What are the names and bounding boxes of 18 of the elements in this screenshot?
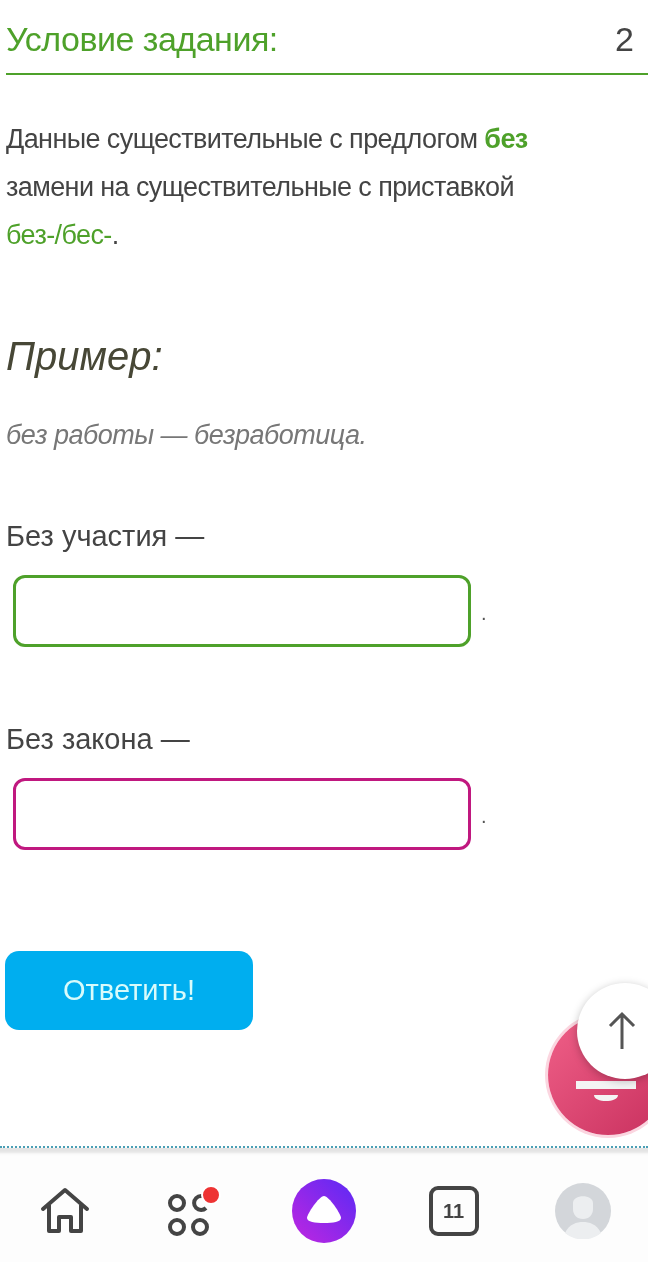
apps-button[interactable]: [167, 1185, 222, 1237]
period-mark: .: [481, 602, 487, 626]
example-text: без работы — безработица.: [6, 420, 368, 451]
answer-field[interactable]: [13, 575, 471, 647]
period-mark: .: [481, 805, 487, 829]
assistant-icon[interactable]: [291, 1178, 357, 1244]
tabs-button[interactable]: 11: [428, 1186, 479, 1236]
apps-icon: [167, 1193, 212, 1237]
task-title: Условие задания:: [6, 20, 278, 59]
up-arrow-icon: [607, 1011, 637, 1051]
question-prompt: Без участия —: [6, 520, 206, 553]
answer-field[interactable]: [13, 778, 471, 850]
task-instruction: Данные существительные с предлогом без замени на существительные с приставкой без-/бес-.: [6, 123, 529, 252]
points-label: 2: [615, 20, 634, 59]
home-icon[interactable]: [38, 1187, 91, 1235]
example-heading: Пример:: [6, 334, 164, 379]
scroll-up-button[interactable]: [577, 983, 648, 1079]
question-prompt: Без закона —: [6, 723, 191, 756]
